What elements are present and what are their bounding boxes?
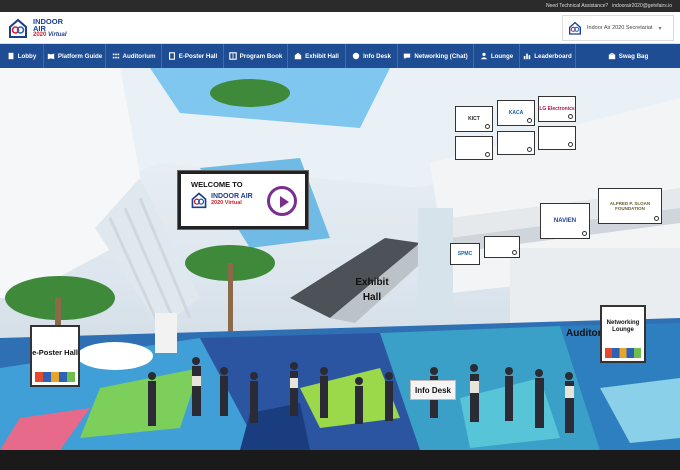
brand-line3: 2020 Virtual — [33, 31, 67, 38]
brand-line2: AIR — [33, 23, 46, 33]
sponsor-sloan-foundation[interactable]: ALFRED P. SLOAN FOUNDATION — [598, 188, 662, 224]
sponsor-lg-electronics[interactable]: LG Electronics — [538, 96, 576, 122]
networking-lounge-sign[interactable]: Networking Lounge — [600, 305, 646, 363]
welcome-logo-icon — [191, 192, 207, 209]
sponsor-card-5[interactable] — [497, 131, 535, 155]
nav-eposter-hall[interactable]: E-Poster Hall — [162, 44, 224, 68]
nav-leaderboard[interactable]: Leaderboard — [520, 44, 576, 68]
bag-icon — [608, 52, 615, 60]
networking-lounge-label: Networking Lounge — [606, 320, 640, 333]
welcome-text: WELCOME TO — [191, 180, 243, 189]
lobby-scene: WELCOME TO INDOOR AIR 2020 Virtual KICT … — [0, 68, 680, 450]
sponsor-card-4[interactable] — [455, 136, 493, 160]
welcome-logo: INDOOR AIR 2020 Virtual — [189, 191, 253, 209]
account-menu[interactable]: Indoor Air 2020 Secretariat ▾ — [562, 15, 674, 41]
nav-platform-guide[interactable]: Platform Guide — [44, 44, 106, 68]
booth-icon — [294, 52, 302, 60]
account-name: Indoor Air 2020 Secretariat — [587, 25, 653, 31]
sponsor-navien[interactable]: NAVIEN — [540, 203, 590, 239]
nav-auditorium[interactable]: Auditorium — [106, 44, 162, 68]
nav-exhibit-hall[interactable]: Exhibit Hall — [288, 44, 346, 68]
attendee-crowd — [148, 357, 574, 433]
chevron-down-icon: ▾ — [658, 25, 662, 32]
main-nav: Lobby Platform Guide Auditorium E-Poster… — [0, 44, 680, 68]
skyline-graphic — [605, 348, 641, 358]
eposter-hall-sign[interactable]: e-Poster Hall — [30, 325, 80, 387]
play-icon[interactable] — [267, 186, 297, 216]
bottom-bar — [0, 450, 680, 470]
sponsor-card-6[interactable] — [538, 126, 576, 150]
info-desk-sign[interactable]: Info Desk — [410, 380, 456, 400]
assistance-label: Need Technical Assistance? — [545, 3, 609, 9]
nav-lobby[interactable]: Lobby — [0, 44, 44, 68]
sponsor-card-10[interactable] — [484, 236, 520, 258]
account-logo-icon — [569, 21, 581, 35]
program-icon — [228, 52, 237, 60]
support-email-link[interactable]: indoorair2020@getvfairs.io — [612, 3, 672, 9]
info-icon — [352, 52, 360, 60]
exhibit-hall-sign[interactable]: Exhibit Hall — [352, 275, 392, 305]
welcome-year: 2020 Virtual — [211, 200, 242, 206]
seats-icon — [112, 53, 119, 59]
skyline-graphic — [35, 372, 75, 382]
building-icon — [8, 52, 14, 60]
poster-icon — [168, 52, 175, 60]
sponsor-kict[interactable]: KICT — [455, 106, 493, 132]
nav-networking-chat[interactable]: Networking (Chat) — [398, 44, 474, 68]
book-icon — [47, 53, 55, 60]
person-icon — [480, 52, 488, 60]
eposter-hall-label: e-Poster Hall — [32, 348, 78, 357]
nav-program-book[interactable]: Program Book — [224, 44, 288, 68]
nav-info-desk[interactable]: Info Desk — [346, 44, 398, 68]
app-window: Need Technical Assistance? indoorair2020… — [0, 0, 680, 470]
leaderboard-icon — [524, 53, 531, 60]
welcome-video-screen[interactable]: WELCOME TO INDOOR AIR 2020 Virtual — [178, 171, 308, 229]
logo-mark-icon — [6, 17, 30, 39]
top-utility-bar: Need Technical Assistance? indoorair2020… — [0, 0, 680, 12]
chat-icon — [404, 53, 411, 60]
sponsor-kaca[interactable]: KACA — [497, 100, 535, 126]
header: INDOOR AIR 2020 Virtual Indoor Air 2020 … — [0, 12, 680, 44]
sponsor-spmc[interactable]: SPMC — [450, 243, 480, 265]
brand-logo[interactable]: INDOOR AIR 2020 Virtual — [6, 15, 76, 41]
nav-swag-bag[interactable]: Swag Bag — [576, 44, 680, 68]
nav-lounge[interactable]: Lounge — [474, 44, 520, 68]
